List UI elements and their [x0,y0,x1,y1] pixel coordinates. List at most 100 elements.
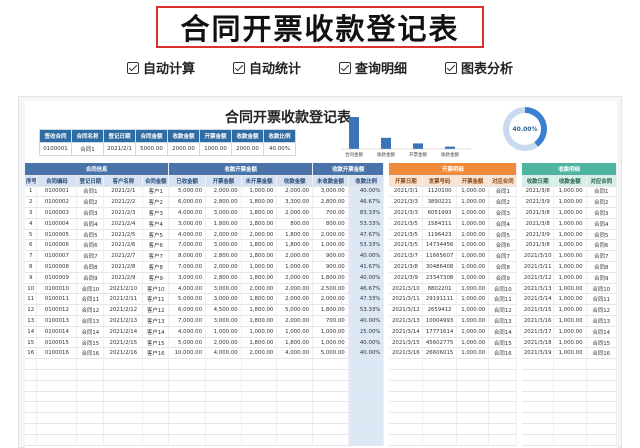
table-cell[interactable] [456,434,490,446]
table-cell[interactable]: 1 [25,186,38,198]
table-cell[interactable]: 5,000.00 [168,293,207,306]
table-cell[interactable]: 合同14 [586,326,617,338]
column-header[interactable]: 未收款金额 [312,175,349,187]
ratio-cell[interactable] [348,401,385,414]
table-cell[interactable]: 4,500.00 [205,304,242,317]
table-cell[interactable]: 2021/2/16 [103,347,144,360]
table-cell[interactable]: 7,000.00 [168,239,207,252]
table-cell[interactable]: 1,000.00 [456,347,490,360]
table-cell[interactable]: 1,000.00 [456,218,490,230]
table-cell[interactable]: 4 [25,218,38,230]
ratio-cell[interactable] [348,369,385,381]
table-cell[interactable]: 合同11 [488,293,518,306]
table-cell[interactable]: 合同1 [586,186,617,198]
table-cell[interactable]: 17771614 [422,326,457,338]
table-cell[interactable]: 合同2 [586,196,617,209]
table-cell[interactable] [312,434,349,446]
table-cell[interactable] [553,358,587,371]
table-cell[interactable] [168,369,207,381]
table-cell[interactable] [103,369,144,381]
table-cell[interactable]: 2,000.00 [276,315,314,327]
table-cell[interactable]: 1,000.00 [553,207,587,219]
table-cell[interactable]: 合同16 [586,347,617,360]
table-cell[interactable]: 2,000.00 [276,283,314,295]
table-cell[interactable]: 1,000.00 [241,186,278,198]
table-cell[interactable] [522,412,555,425]
table-cell[interactable]: 1,000.00 [312,337,349,349]
table-cell[interactable]: 1,000.00 [553,186,587,198]
table-cell[interactable]: 1,800.00 [241,315,278,327]
table-cell[interactable]: 合同15 [488,337,518,349]
table-cell[interactable]: 2021/3/1 [389,186,424,198]
table-cell[interactable]: 合同16 [488,347,518,360]
table-cell[interactable]: 700.00 [312,207,349,219]
table-cell[interactable] [389,434,424,446]
table-cell[interactable] [456,391,490,403]
table-cell[interactable]: 客户8 [142,261,170,273]
table-cell[interactable]: 合同7 [76,250,105,263]
table-cell[interactable]: 3,000.00 [205,207,242,219]
table-cell[interactable]: 10,000.00 [168,347,207,360]
table-cell[interactable]: 合同10 [488,283,518,295]
column-header[interactable]: 开票金额 [456,175,490,187]
table-cell[interactable]: 合同9 [586,272,617,284]
table-cell[interactable] [168,380,207,392]
column-header[interactable]: 对应合同 [586,175,617,187]
table-cell[interactable] [586,369,617,381]
table-cell[interactable] [276,423,314,435]
table-cell[interactable] [168,391,207,403]
table-cell[interactable]: 10004993 [422,315,457,327]
table-cell[interactable] [553,391,587,403]
table-cell[interactable] [25,380,38,392]
table-cell[interactable] [168,423,207,435]
table-cell[interactable] [276,391,314,403]
column-header[interactable]: 收款金额 [276,175,314,187]
table-cell[interactable]: 2,000.00 [276,250,314,263]
ratio-cell[interactable]: 53.33% [348,218,385,230]
table-cell[interactable]: 1,800.00 [276,229,314,241]
table-cell[interactable]: 5,000.00 [168,337,207,349]
table-cell[interactable]: 0100016 [36,347,78,360]
table-cell[interactable]: 1,000.00 [553,337,587,349]
table-cell[interactable] [142,380,170,392]
table-cell[interactable]: 合同15 [76,337,105,349]
table-cell[interactable]: 3,300.00 [276,196,314,209]
table-cell[interactable]: 2021/3/17 [522,326,555,338]
table-cell[interactable]: 0100010 [36,283,78,295]
table-cell[interactable]: 30486408 [422,261,457,273]
table-cell[interactable]: 1,000.00 [456,250,490,263]
table-cell[interactable]: 3,000.00 [168,218,207,230]
table-cell[interactable] [586,380,617,392]
table-cell[interactable]: 1,000.00 [553,218,587,230]
table-cell[interactable]: 1,000.00 [456,186,490,198]
table-cell[interactable]: 16 [25,347,38,360]
table-cell[interactable]: 1,800.00 [312,304,349,317]
table-cell[interactable]: 1,000.00 [553,304,587,317]
table-cell[interactable]: 5 [25,229,38,241]
table-cell[interactable] [36,380,78,392]
table-cell[interactable]: 2021/3/11 [522,261,555,273]
table-cell[interactable] [168,412,207,425]
table-cell[interactable]: 2021/2/2 [103,196,144,209]
table-cell[interactable]: 1,800.00 [241,337,278,349]
table-cell[interactable]: 合同8 [586,261,617,273]
table-cell[interactable] [389,369,424,381]
table-cell[interactable] [553,401,587,414]
table-cell[interactable]: 合同2 [76,196,105,209]
table-cell[interactable] [586,391,617,403]
table-cell[interactable]: 1,000.00 [553,250,587,263]
table-cell[interactable]: 2021/3/13 [522,283,555,295]
ratio-cell[interactable]: 40.00% [348,186,385,198]
table-cell[interactable] [522,380,555,392]
table-cell[interactable] [553,423,587,435]
table-cell[interactable]: 2,800.00 [205,272,242,284]
table-cell[interactable] [389,412,424,425]
table-cell[interactable]: 1,000.00 [241,326,278,338]
table-cell[interactable]: 2021/2/1 [103,186,144,198]
ratio-cell[interactable] [348,423,385,435]
table-cell[interactable] [553,434,587,446]
table-cell[interactable]: 客户2 [142,196,170,209]
table-cell[interactable]: 4,000.00 [168,326,207,338]
table-cell[interactable]: 客户1 [142,186,170,198]
table-cell[interactable]: 2,000.00 [276,293,314,306]
